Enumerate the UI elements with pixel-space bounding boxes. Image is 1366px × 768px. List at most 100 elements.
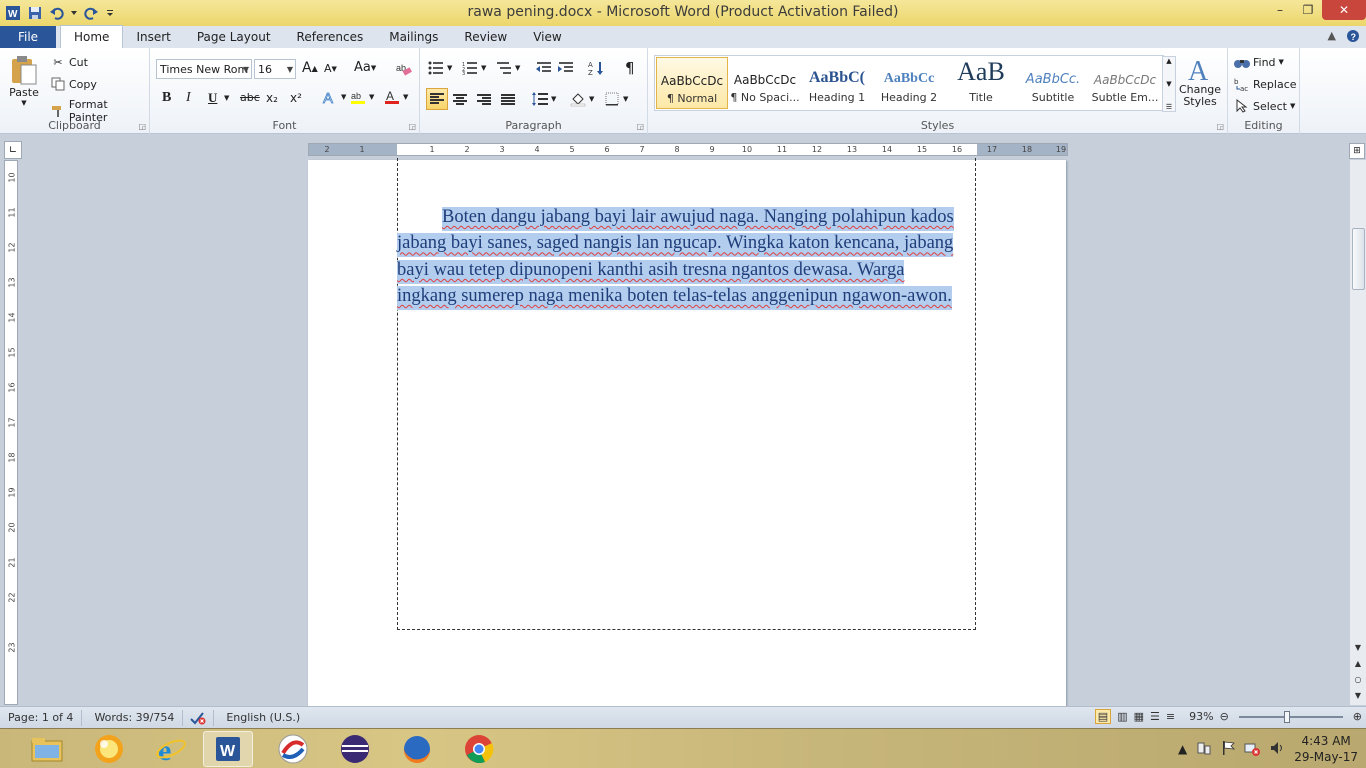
find-button[interactable]: Find ▼ — [1234, 54, 1284, 70]
font-size-combo[interactable]: 16 ▼ — [254, 59, 296, 79]
undo-icon[interactable] — [47, 3, 67, 23]
clock[interactable]: 4:43 AM 29-May-17 — [1294, 733, 1358, 765]
action-center-flag-icon[interactable] — [1221, 740, 1236, 759]
tab-mailings[interactable]: Mailings — [376, 26, 451, 48]
dialog-launcher-icon[interactable]: ◲ — [408, 122, 416, 131]
view-ruler-button[interactable]: ⊞ — [1349, 143, 1365, 159]
next-page-icon[interactable]: ▼ — [1350, 688, 1366, 702]
highlight-button[interactable]: ab ▼ — [350, 89, 374, 105]
print-layout-icon[interactable]: ▤ — [1094, 709, 1112, 724]
tab-insert[interactable]: Insert — [123, 26, 183, 48]
selected-text[interactable]: Boten dangu jabang bayi lair awujud naga… — [397, 207, 954, 311]
justify-button[interactable] — [500, 92, 519, 108]
proofing-icon[interactable] — [183, 709, 215, 726]
minimize-button[interactable]: – — [1266, 0, 1294, 20]
redo-icon[interactable] — [81, 3, 101, 23]
font-family-combo[interactable]: Times New Rom ▼ — [156, 59, 252, 79]
chevron-down-icon[interactable]: ▼ — [1166, 80, 1171, 88]
page-count[interactable]: Page: 1 of 4 — [0, 709, 83, 726]
network-error-icon[interactable] — [1244, 740, 1261, 759]
horizontal-ruler[interactable]: 2 1 1 2 3 4 5 6 7 8 9 10 11 12 13 14 15 … — [308, 143, 1068, 156]
borders-button[interactable]: ▼ — [604, 91, 628, 107]
zoom-out-icon[interactable]: ⊖ — [1220, 710, 1229, 723]
customize-qat-icon[interactable] — [103, 3, 117, 23]
style-subtitle[interactable]: AaBbCc. Subtitle — [1017, 57, 1089, 109]
show-formatting-button[interactable]: ¶ — [625, 59, 635, 77]
scroll-down-icon[interactable]: ▼ — [1350, 640, 1366, 654]
show-hidden-icons[interactable]: ▲ — [1178, 742, 1187, 756]
outline-icon[interactable]: ☰ — [1150, 710, 1160, 723]
tab-review[interactable]: Review — [451, 26, 520, 48]
text-effects-button[interactable]: A ▼ — [322, 89, 347, 105]
align-left-button[interactable] — [426, 88, 448, 110]
style-heading-1[interactable]: AaBbC( Heading 1 — [801, 57, 873, 109]
shrink-font-button[interactable]: A ▼ — [324, 62, 337, 75]
dialog-launcher-icon[interactable]: ◲ — [1216, 122, 1224, 131]
close-button[interactable]: ✕ — [1322, 0, 1366, 20]
help-icon[interactable]: ? — [1346, 29, 1360, 46]
increase-indent-button[interactable] — [558, 60, 577, 76]
media-player-icon[interactable] — [84, 731, 134, 767]
tab-home[interactable]: Home — [60, 25, 124, 48]
copy-button[interactable]: Copy — [50, 76, 97, 92]
vertical-ruler[interactable]: 10 11 12 13 14 15 16 17 18 19 20 21 22 2… — [4, 160, 18, 705]
maximize-button[interactable]: ❐ — [1294, 0, 1322, 20]
tab-file[interactable]: File — [0, 26, 56, 48]
draft-icon[interactable]: ≡ — [1166, 710, 1175, 723]
word-icon[interactable]: W — [3, 3, 23, 23]
select-button[interactable]: Select ▼ — [1234, 98, 1295, 114]
sort-button[interactable]: AZ — [588, 60, 607, 76]
more-styles-icon[interactable]: ☰ — [1166, 103, 1172, 111]
network-devices-icon[interactable] — [1196, 740, 1212, 759]
previous-page-icon[interactable]: ▲ — [1350, 656, 1366, 670]
zoom-in-icon[interactable]: ⊕ — [1353, 710, 1362, 723]
italic-button[interactable]: I — [186, 90, 191, 106]
font-color-button[interactable]: A ▼ — [384, 89, 408, 105]
change-case-button[interactable]: Aa ▼ — [354, 60, 376, 75]
replace-button[interactable]: b ac Replace — [1234, 76, 1297, 92]
bullets-button[interactable]: ▼ — [428, 60, 452, 76]
style-normal[interactable]: AaBbCcDc ¶ Normal — [656, 57, 728, 109]
bold-button[interactable]: B — [162, 90, 171, 106]
tab-page-layout[interactable]: Page Layout — [184, 26, 284, 48]
dialog-launcher-icon[interactable]: ◲ — [636, 122, 644, 131]
scrollbar-thumb[interactable] — [1352, 228, 1365, 290]
align-center-button[interactable] — [452, 92, 471, 108]
style-no-spacing[interactable]: AaBbCcDc ¶ No Spaci... — [729, 57, 801, 109]
style-gallery-scroll[interactable]: ▲ ▼ ☰ — [1162, 56, 1176, 112]
firefox-icon[interactable] — [392, 731, 442, 767]
chrome-icon[interactable] — [454, 731, 504, 767]
web-layout-icon[interactable]: ▦ — [1134, 710, 1144, 723]
zoom-level[interactable]: 93% — [1189, 710, 1213, 723]
full-screen-reading-icon[interactable]: ▥ — [1117, 710, 1127, 723]
line-spacing-button[interactable]: ▼ — [532, 91, 556, 107]
multilevel-list-button[interactable]: ▼ — [496, 60, 520, 76]
dialog-launcher-icon[interactable]: ◲ — [138, 122, 146, 131]
browser-icon[interactable] — [268, 731, 318, 767]
style-subtle-emphasis[interactable]: AaBbCcDc Subtle Em... — [1089, 57, 1161, 109]
chevron-up-icon[interactable]: ▲ — [1166, 57, 1171, 65]
word-icon[interactable]: W — [203, 731, 253, 767]
word-count[interactable]: Words: 39/754 — [82, 709, 184, 726]
grow-font-button[interactable]: A ▲ — [302, 60, 318, 76]
style-heading-2[interactable]: AaBbCc Heading 2 — [873, 57, 945, 109]
volume-icon[interactable] — [1269, 740, 1285, 759]
style-title[interactable]: AaB Title — [945, 57, 1017, 109]
underline-button[interactable]: U — [208, 90, 217, 106]
decrease-indent-button[interactable] — [536, 60, 555, 76]
numbering-button[interactable]: 1 2 3 ▼ — [462, 60, 486, 76]
chevron-down-icon[interactable] — [69, 3, 79, 23]
strikethrough-button[interactable]: abc — [240, 91, 260, 104]
align-right-button[interactable] — [476, 92, 495, 108]
document-paragraph[interactable]: Boten dangu jabang bayi lair awujud naga… — [397, 204, 957, 311]
vertical-scrollbar[interactable]: ▼ ▲ ○ ▼ — [1349, 160, 1366, 705]
shading-button[interactable]: ▼ — [570, 91, 594, 107]
tab-references[interactable]: References — [284, 26, 377, 48]
tab-view[interactable]: View — [520, 26, 574, 48]
document-page[interactable]: Boten dangu jabang bayi lair awujud naga… — [308, 158, 1066, 706]
file-explorer-icon[interactable] — [22, 731, 72, 767]
paste-button[interactable]: Paste ▼ — [6, 54, 42, 107]
change-styles-button[interactable]: A Change Styles — [1178, 54, 1222, 108]
zoom-slider[interactable] — [1238, 710, 1343, 723]
tab-selector[interactable]: ∟ — [4, 141, 22, 159]
